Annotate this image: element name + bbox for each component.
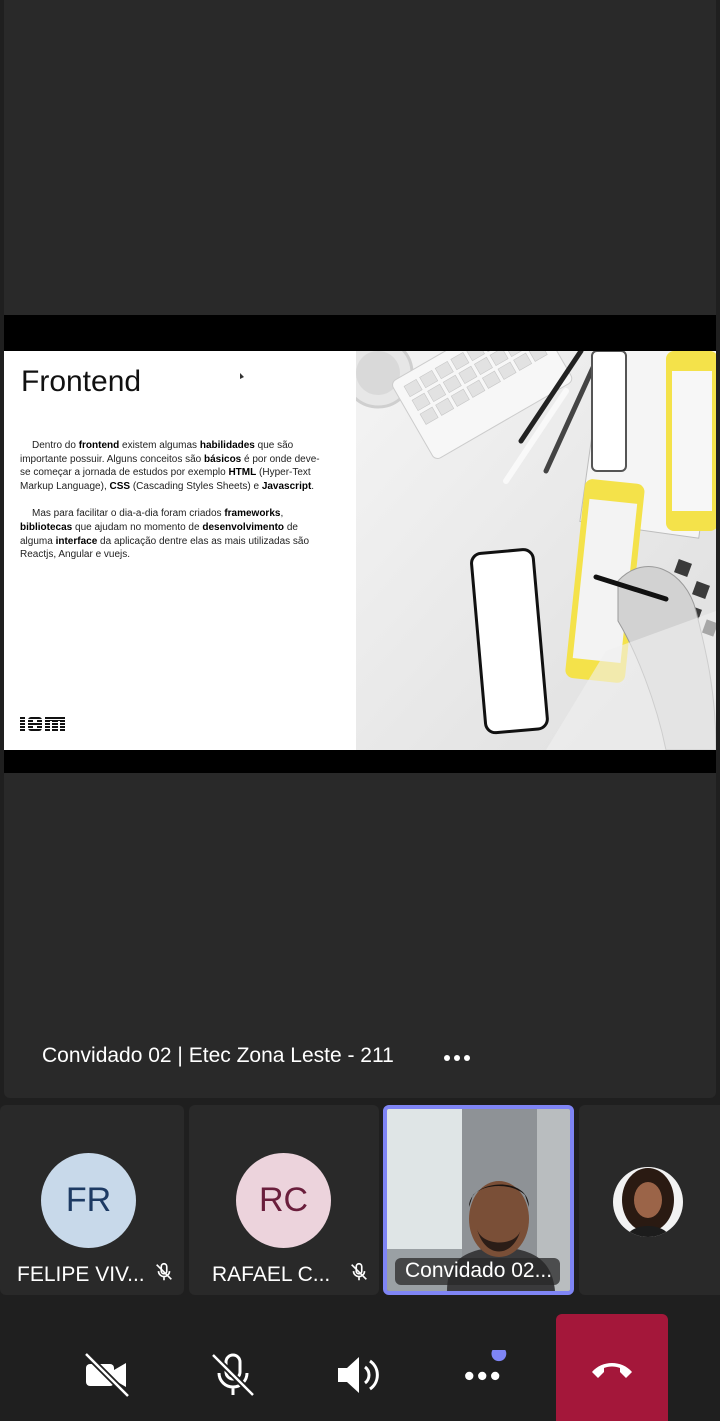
participant-name: FELIPE VIV...	[17, 1263, 145, 1286]
slide-body: Dentro do frontend existem algumas habil…	[20, 439, 320, 576]
participant-name: RAFAEL C...	[212, 1263, 331, 1286]
mic-off-icon	[351, 1262, 367, 1281]
camera-toggle-button[interactable]	[82, 1350, 132, 1400]
end-call-icon	[592, 1362, 632, 1378]
participant-name: Convidado 02...	[395, 1258, 561, 1285]
slide-paragraph-1: Dentro do frontend existem algumas habil…	[20, 440, 320, 492]
stage-more-options-icon[interactable]	[444, 1044, 474, 1070]
mic-off-icon	[156, 1262, 172, 1281]
slide-paragraph-2: Mas para facilitar o dia-a-dia foram cri…	[20, 508, 310, 561]
participant-tile-felipe[interactable]: FR FELIPE VIV...	[0, 1105, 184, 1295]
slide-photo	[342, 351, 716, 750]
mic-toggle-button[interactable]	[208, 1350, 258, 1400]
main-stage: Frontend Dentro do frontend existem algu…	[4, 0, 716, 1098]
participant-tile-convidado-video[interactable]: Convidado 02...	[383, 1105, 574, 1295]
speaker-button[interactable]	[333, 1350, 383, 1400]
avatar: RC	[236, 1153, 331, 1248]
stage-participant-name: Convidado 02 | Etec Zona Leste - 211	[42, 1044, 394, 1067]
mouse-pointer-icon	[240, 373, 244, 379]
participant-tile-rafael[interactable]: RC RAFAEL C...	[189, 1105, 379, 1295]
speaker-icon	[338, 1357, 379, 1393]
ibm-logo	[20, 715, 66, 738]
call-controls-bar	[0, 1302, 720, 1421]
camera-off-icon	[83, 1351, 131, 1399]
participant-photo-avatar	[613, 1167, 683, 1237]
mic-off-icon	[210, 1352, 256, 1398]
more-options-button[interactable]	[460, 1350, 510, 1400]
end-call-button[interactable]	[556, 1314, 668, 1421]
slide-text-panel: Frontend Dentro do frontend existem algu…	[4, 351, 356, 750]
more-icon	[465, 1350, 507, 1381]
slide-title: Frontend	[21, 365, 142, 398]
participant-tile-photo[interactable]	[579, 1105, 720, 1295]
notification-badge-icon	[491, 1350, 507, 1362]
shared-slide: Frontend Dentro do frontend existem algu…	[4, 351, 716, 750]
avatar: FR	[41, 1153, 136, 1248]
